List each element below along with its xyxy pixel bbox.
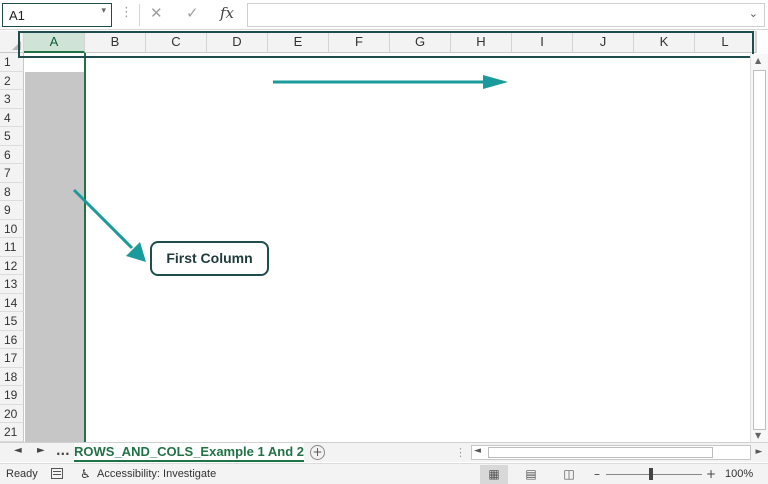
enter-icon[interactable]: ✓: [186, 4, 199, 22]
add-sheet-button[interactable]: +: [310, 445, 325, 460]
row-header-9[interactable]: 9: [0, 201, 24, 220]
formula-bar-grip-icon: ⋮: [120, 5, 133, 20]
vertical-scrollbar[interactable]: ▲ ▼: [750, 54, 768, 442]
row-header-2[interactable]: 2: [0, 71, 24, 90]
row-header-5[interactable]: 5: [0, 127, 24, 146]
right-arrow-annotation: [273, 75, 508, 89]
tab-split-grip-icon[interactable]: ⋮: [455, 446, 466, 459]
zoom-slider-thumb[interactable]: [649, 468, 654, 480]
row-header-16[interactable]: 16: [0, 330, 24, 349]
row-header-20[interactable]: 20: [0, 404, 24, 423]
formula-bar-divider: [139, 4, 140, 26]
row-header-10[interactable]: 10: [0, 219, 24, 238]
insert-function-icon[interactable]: fx: [220, 4, 234, 22]
sheet-tab-active[interactable]: ROWS_AND_COLS_Example 1 And 2: [74, 443, 304, 462]
diagonal-arrow-annotation: [72, 188, 146, 262]
cell-mode-icon: [51, 468, 63, 479]
row-header-12[interactable]: 12: [0, 256, 24, 275]
horizontal-scroll-thumb[interactable]: [488, 447, 713, 458]
first-column-callout: First Column: [150, 241, 269, 276]
normal-view-button[interactable]: ▦: [480, 465, 508, 484]
row-header-15[interactable]: 15: [0, 312, 24, 331]
sheet-tabs-bar: ◄ ► ... ROWS_AND_COLS_Example 1 And 2 + …: [0, 442, 768, 462]
row-header-3[interactable]: 3: [0, 90, 24, 109]
column-header-overflow: [756, 31, 757, 53]
next-sheet-icon[interactable]: ►: [37, 445, 45, 456]
previous-sheet-icon[interactable]: ◄: [14, 445, 22, 456]
name-box-value: A1: [9, 8, 25, 23]
zoom-level[interactable]: 100%: [725, 468, 753, 480]
scroll-left-icon[interactable]: ◄: [474, 446, 481, 456]
more-sheets-button[interactable]: ...: [56, 444, 70, 458]
zoom-slider-track[interactable]: [606, 474, 702, 475]
zoom-out-button[interactable]: –: [594, 467, 600, 481]
expand-formula-bar-icon[interactable]: ⌄: [749, 7, 758, 20]
row-header-8[interactable]: 8: [0, 182, 24, 201]
row-header-4[interactable]: 4: [0, 108, 24, 127]
horizontal-scrollbar[interactable]: ◄: [471, 445, 751, 460]
row-header-7[interactable]: 7: [0, 164, 24, 183]
page-break-preview-button[interactable]: ◫: [555, 465, 583, 484]
row-header-14[interactable]: 14: [0, 293, 24, 312]
row-header-19[interactable]: 19: [0, 386, 24, 405]
status-bar: Ready ♿ Accessibility: Investigate ▦ ▤ ◫…: [0, 463, 768, 484]
column-header-highlight-box: [18, 31, 754, 58]
accessibility-icon[interactable]: ♿: [80, 467, 91, 481]
row-header-17[interactable]: 17: [0, 349, 24, 368]
status-mode: Ready: [6, 468, 38, 480]
worksheet-grid[interactable]: ABCDEFGHIJKL 1 2 3 4 5 6 7 8 9 10 11 12 13 14 15 16 17 18…: [0, 31, 768, 442]
name-box-dropdown-icon[interactable]: ▾: [101, 6, 106, 16]
vertical-scroll-thumb[interactable]: [753, 70, 766, 430]
row-header-21[interactable]: 21: [0, 423, 24, 442]
scroll-up-icon[interactable]: ▲: [755, 56, 761, 65]
name-box[interactable]: A1 ▾: [2, 3, 112, 27]
row-header-13[interactable]: 13: [0, 275, 24, 294]
page-layout-view-button[interactable]: ▤: [517, 465, 545, 484]
zoom-in-button[interactable]: +: [706, 467, 716, 481]
formula-bar: A1 ▾ ⋮ ✕ ✓ fx ⌄: [0, 0, 768, 30]
formula-input[interactable]: ⌄: [247, 3, 765, 27]
scroll-down-icon[interactable]: ▼: [755, 431, 761, 440]
row-header-11[interactable]: 11: [0, 238, 24, 257]
scroll-right-icon[interactable]: ►: [751, 445, 767, 460]
row-header-6[interactable]: 6: [0, 145, 24, 164]
row-header-18[interactable]: 18: [0, 367, 24, 386]
cancel-icon[interactable]: ✕: [150, 4, 163, 22]
accessibility-status[interactable]: Accessibility: Investigate: [97, 468, 216, 480]
